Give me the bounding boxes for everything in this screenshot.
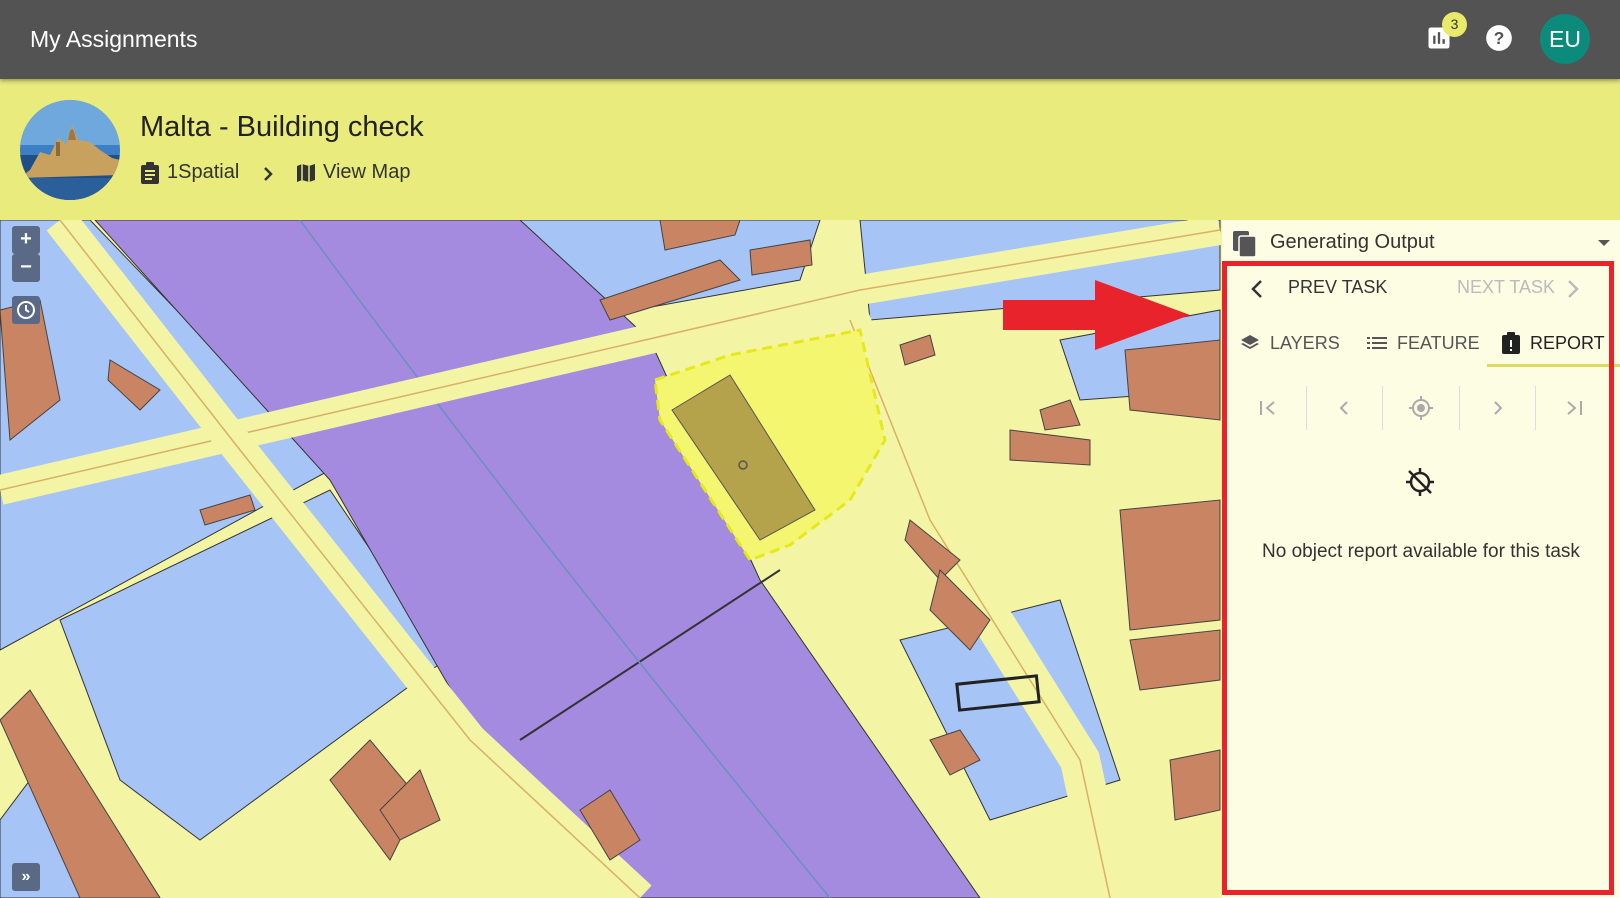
project-header: Malta - Building check 1Spatial View Map xyxy=(0,79,1620,220)
report-icon xyxy=(1502,332,1520,354)
first-item-button[interactable] xyxy=(1230,386,1307,430)
crosshair-icon xyxy=(1408,396,1433,420)
copy-document-icon xyxy=(1233,231,1257,258)
expand-panel-button[interactable]: » xyxy=(12,863,40,891)
panel-tabs: LAYERS FEATURE REPORT xyxy=(1222,318,1620,368)
locate-button[interactable] xyxy=(1383,386,1460,430)
map-icon xyxy=(297,163,315,182)
app-title: My Assignments xyxy=(30,26,198,52)
tab-feature[interactable]: FEATURE xyxy=(1367,318,1480,368)
layers-icon xyxy=(1241,335,1259,349)
list-icon xyxy=(1367,337,1387,349)
chevron-left-icon xyxy=(1339,401,1349,415)
next-item-button[interactable] xyxy=(1460,386,1537,430)
top-app-bar: My Assignments 3 ? EU xyxy=(0,0,1620,79)
breadcrumb-item-view-map[interactable]: View Map xyxy=(296,161,410,184)
zoom-out-button[interactable]: − xyxy=(12,254,40,282)
svg-text:?: ? xyxy=(1494,28,1505,48)
tab-label: REPORT xyxy=(1530,332,1605,353)
next-task-button[interactable]: NEXT TASK xyxy=(1457,277,1555,298)
help-icon[interactable]: ? xyxy=(1485,24,1513,52)
breadcrumb-label: View Map xyxy=(323,161,411,183)
task-navigation: PREV TASK NEXT TASK xyxy=(1222,262,1620,312)
tab-label: LAYERS xyxy=(1270,332,1340,353)
empty-report-message: No object report available for this task xyxy=(1262,541,1580,562)
user-avatar[interactable]: EU xyxy=(1540,14,1590,64)
zoom-in-button[interactable]: + xyxy=(12,226,40,254)
caret-down-icon xyxy=(1598,240,1610,246)
project-title: Malta - Building check xyxy=(140,111,424,143)
clipboard-icon xyxy=(141,161,159,184)
tab-label: FEATURE xyxy=(1397,332,1480,353)
first-page-icon xyxy=(1259,401,1275,415)
breadcrumb-item-1spatial[interactable]: 1Spatial xyxy=(140,161,239,184)
prev-task-button[interactable]: PREV TASK xyxy=(1288,277,1387,298)
notification-badge: 3 xyxy=(1442,12,1467,37)
report-navigation-toolbar xyxy=(1230,386,1612,430)
tab-layers[interactable]: LAYERS xyxy=(1240,318,1340,368)
location-disabled-icon xyxy=(1406,468,1434,496)
chevron-right-icon xyxy=(1493,401,1502,415)
last-page-icon xyxy=(1567,401,1583,415)
output-dropdown[interactable]: Generating Output xyxy=(1222,220,1620,262)
chevron-left-icon[interactable] xyxy=(1250,279,1264,299)
chevron-right-icon xyxy=(264,167,273,181)
task-side-panel: Generating Output PREV TASK NEXT TASK LA… xyxy=(1222,220,1620,898)
output-dropdown-label: Generating Output xyxy=(1270,231,1435,253)
history-button[interactable] xyxy=(12,296,40,324)
tab-report[interactable]: REPORT xyxy=(1502,318,1605,368)
previous-item-button[interactable] xyxy=(1307,386,1384,430)
app-root: My Assignments 3 ? EU Malta - Building c… xyxy=(0,0,1620,898)
breadcrumb-label: 1Spatial xyxy=(167,161,240,183)
clock-icon xyxy=(17,301,35,319)
chevron-right-icon[interactable] xyxy=(1566,279,1580,299)
active-tab-indicator xyxy=(1487,364,1620,367)
annotation-arrow-icon xyxy=(1003,280,1190,350)
project-thumbnail-image xyxy=(20,100,120,200)
last-item-button[interactable] xyxy=(1536,386,1612,430)
